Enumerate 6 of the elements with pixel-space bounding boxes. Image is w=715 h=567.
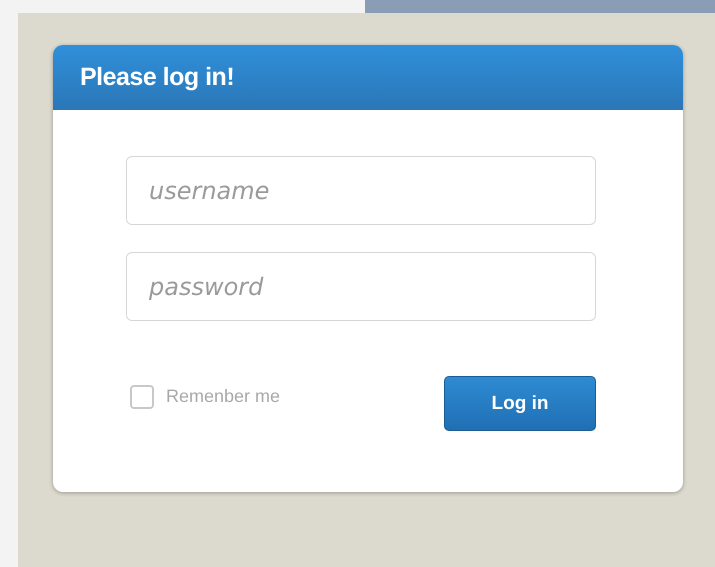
input-field[interactable]: username — [126, 156, 596, 225]
input-field[interactable]: password — [126, 252, 596, 321]
panel-title: Please log in! — [80, 63, 234, 92]
checkbox[interactable] — [130, 384, 154, 408]
remember-label: Remenber me — [166, 386, 280, 407]
login-button[interactable]: Log in — [444, 376, 596, 431]
